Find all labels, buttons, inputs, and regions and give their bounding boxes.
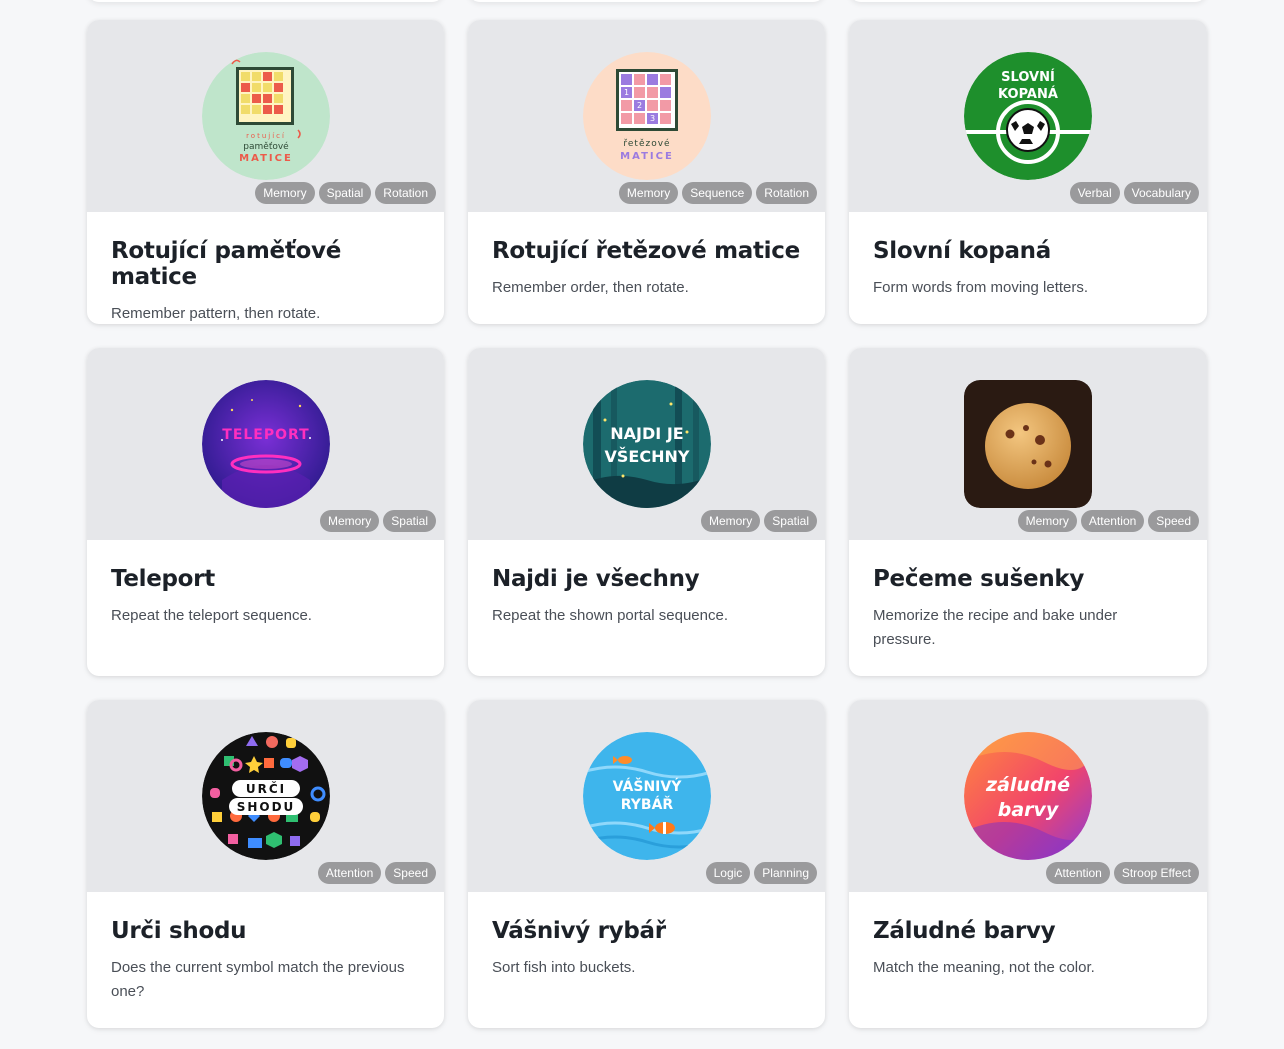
tag-badge: Rotation [756,182,817,204]
tag-badge: Spatial [383,510,436,532]
game-title: Rotující řetězové matice [492,238,800,264]
game-card-urci-shodu[interactable]: URČI SHODU Attention Speed Urči shodu Do… [87,700,444,1028]
game-thumbnail: záludné barvy Attention Stroop Effect [849,700,1207,892]
svg-text:SLOVNÍ: SLOVNÍ [1001,69,1055,85]
tag-badge: Spatial [764,510,817,532]
tag-list: Attention Stroop Effect [1046,862,1199,884]
svg-text:3: 3 [649,114,654,123]
svg-text:SHODU: SHODU [236,800,295,814]
game-description: Remember order, then rotate. [492,279,689,296]
game-thumbnail: TELEPORT Memory Spatial [87,348,444,540]
tag-badge: Speed [385,862,436,884]
tag-badge: Planning [754,862,817,884]
tag-badge: Spatial [318,182,372,204]
tag-badge: Verbal [1069,182,1120,204]
tag-badge: Memory [618,182,679,204]
pattern-matrix-logo-icon: rotující paměťové MATICE [201,52,330,180]
game-grid: rotující paměťové MATICE Memory Spatial … [87,20,1207,1028]
game-description: Remember pattern, then rotate. [111,305,321,322]
sequence-matrix-logo-icon: 1 2 3 řetězové MATICE [582,52,711,180]
game-card-zaludne-barvy[interactable]: záludné barvy Attention Stroop Effect Zá… [849,700,1207,1028]
cookie-logo-icon [964,380,1092,508]
game-thumbnail: URČI SHODU Attention Speed [87,700,444,892]
symbols-logo-icon: URČI SHODU [201,732,330,860]
game-title: Urči shodu [111,918,247,944]
game-description: Match the meaning, not the color. [873,959,1095,976]
game-title: Slovní kopaná [873,238,1051,264]
game-thumbnail: 1 2 3 řetězové MATICE Memory Sequence Ro… [468,20,825,212]
tag-badge: Attention [317,862,382,884]
svg-text:NAJDI JE: NAJDI JE [610,424,683,443]
card-partial-top [849,0,1207,2]
tag-list: Verbal Vocabulary [1069,182,1199,204]
forest-logo-icon: NAJDI JE VŠECHNY [582,380,711,508]
svg-text:MATICE: MATICE [620,151,674,162]
svg-text:URČI: URČI [245,781,285,796]
game-card-peceme-susenky[interactable]: Memory Attention Speed Pečeme sušenky Me… [849,348,1207,676]
tag-list: Memory Sequence Rotation [618,182,817,204]
svg-text:1: 1 [623,88,628,97]
tag-list: Attention Speed [317,862,436,884]
tag-badge: Memory [700,510,761,532]
game-description: Repeat the teleport sequence. [111,607,312,624]
svg-text:RYBÁŘ: RYBÁŘ [620,796,673,813]
tag-badge: Logic [705,862,751,884]
tag-badge: Stroop Effect [1113,862,1199,884]
game-thumbnail: SLOVNÍ KOPANÁ Verbal Vocabulary [849,20,1207,212]
tag-badge: Speed [1148,510,1199,532]
game-title: Rotující paměťové matice [111,238,342,290]
game-card-vasnivy-rybar[interactable]: VÁŠNIVÝ RYBÁŘ Logic Planning Vášnivý ryb… [468,700,825,1028]
tag-badge: Sequence [682,182,753,204]
svg-text:VŠECHNY: VŠECHNY [604,447,689,466]
svg-text:TELEPORT: TELEPORT [222,427,309,443]
game-description: Repeat the shown portal sequence. [492,607,728,624]
tag-badge: Vocabulary [1123,182,1199,204]
tag-badge: Attention [1046,862,1110,884]
svg-text:KOPANÁ: KOPANÁ [998,86,1058,102]
game-thumbnail: rotující paměťové MATICE Memory Spatial … [87,20,444,212]
game-thumbnail: NAJDI JE VŠECHNY Memory Spatial [468,348,825,540]
tag-badge: Memory [319,510,380,532]
tag-list: Memory Spatial [700,510,817,532]
svg-text:řetězové: řetězové [623,138,670,149]
game-card-teleport[interactable]: TELEPORT Memory Spatial Teleport Repeat … [87,348,444,676]
svg-text:záludné: záludné [985,774,1070,796]
game-title: Záludné barvy [873,918,1056,944]
game-thumbnail: VÁŠNIVÝ RYBÁŘ Logic Planning [468,700,825,892]
fish-logo-icon: VÁŠNIVÝ RYBÁŘ [582,732,711,860]
game-card-slovni-kopana[interactable]: SLOVNÍ KOPANÁ Verbal Vocabulary Slovní k… [849,20,1207,324]
tag-list: Logic Planning [705,862,817,884]
game-title: Vášnivý rybář [492,918,666,944]
tag-badge: Memory [255,182,315,204]
svg-text:2: 2 [636,101,641,110]
game-description: Memorize the recipe and bake under press… [873,607,1118,648]
tag-badge: Rotation [375,182,436,204]
svg-text:VÁŠNIVÝ: VÁŠNIVÝ [612,777,682,795]
game-card-rotujici-pametove-matice[interactable]: rotující paměťové MATICE Memory Spatial … [87,20,444,324]
game-thumbnail: Memory Attention Speed [849,348,1207,540]
game-title: Najdi je všechny [492,566,700,592]
tag-badge: Memory [1017,510,1077,532]
game-card-rotujici-retezove-matice[interactable]: 1 2 3 řetězové MATICE Memory Sequence Ro… [468,20,825,324]
game-description: Sort fish into buckets. [492,959,636,976]
gradient-colors-logo-icon: záludné barvy [964,732,1092,860]
game-description: Form words from moving letters. [873,279,1089,296]
soccer-ball-logo-icon: SLOVNÍ KOPANÁ [964,52,1092,180]
tag-badge: Attention [1080,510,1145,532]
card-partial-top [87,0,444,2]
game-title: Pečeme sušenky [873,566,1085,592]
tag-list: Memory Spatial Rotation [255,182,436,204]
svg-text:MATICE: MATICE [239,153,293,164]
card-partial-top [468,0,825,2]
game-card-najdi-je-vsechny[interactable]: NAJDI JE VŠECHNY Memory Spatial Najdi je… [468,348,825,676]
teleport-portal-logo-icon: TELEPORT [201,380,330,508]
svg-text:barvy: barvy [998,799,1060,821]
tag-list: Memory Attention Speed [1017,510,1199,532]
svg-text:rotující: rotující [246,132,286,140]
game-title: Teleport [111,566,215,592]
svg-text:paměťové: paměťové [243,141,289,152]
game-description: Does the current symbol match the previo… [111,959,405,1000]
tag-list: Memory Spatial [319,510,436,532]
